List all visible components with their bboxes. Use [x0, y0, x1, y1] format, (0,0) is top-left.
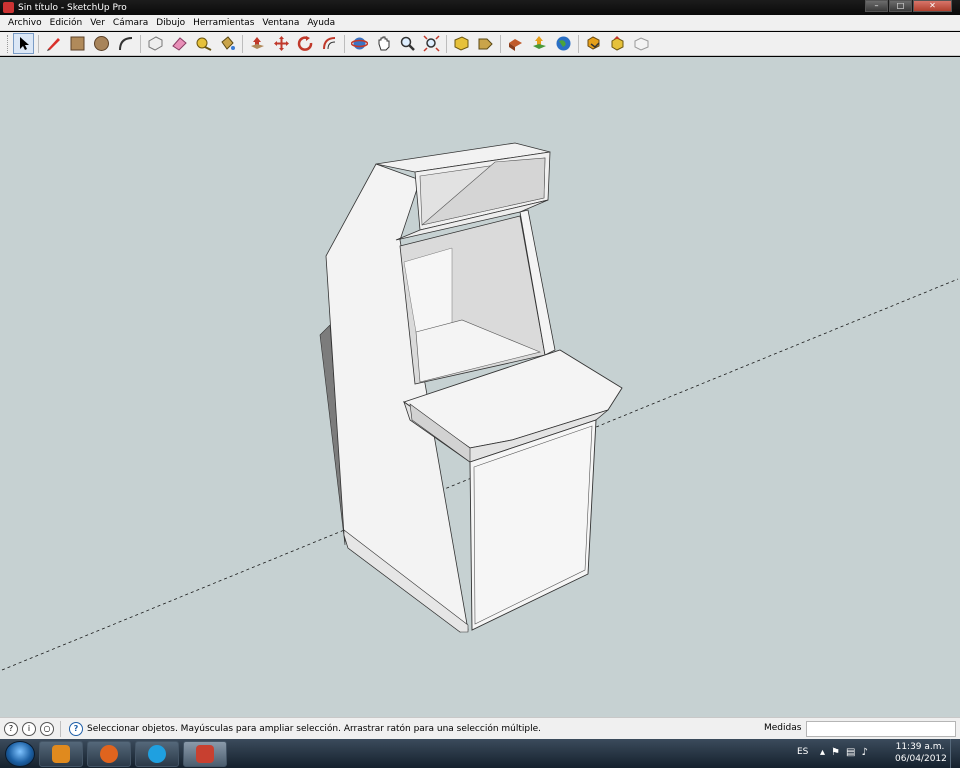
- firefox-icon: [100, 744, 118, 763]
- get-components-icon[interactable]: [583, 33, 604, 54]
- system-tray: ▴ ⚑ ▤ ♪: [820, 747, 868, 758]
- toolbar-separator: [344, 34, 345, 53]
- modeling-viewport[interactable]: [0, 57, 960, 717]
- show-desktop-button[interactable]: [950, 739, 960, 768]
- offset-icon[interactable]: [319, 33, 340, 54]
- arcade-cabinet-model[interactable]: [0, 57, 960, 717]
- title-bar: Sin título - SketchUp Pro – □ ✕: [0, 0, 960, 15]
- taskbar-clock[interactable]: 11:39 a.m. 06/04/2012: [895, 741, 947, 765]
- language-indicator[interactable]: ES: [797, 747, 808, 757]
- circle-icon[interactable]: [91, 33, 112, 54]
- orbit-icon[interactable]: [349, 33, 370, 54]
- pencil-line-icon[interactable]: [43, 33, 64, 54]
- zoom-extents-icon[interactable]: [421, 33, 442, 54]
- make-component-icon[interactable]: [145, 33, 166, 54]
- rectangle-icon[interactable]: [67, 33, 88, 54]
- taskbar-sketchup[interactable]: [183, 740, 227, 767]
- toolbar-separator: [242, 34, 243, 53]
- toolbar-separator: [140, 34, 141, 53]
- pan-icon[interactable]: [373, 33, 394, 54]
- google-earth-icon[interactable]: [553, 33, 574, 54]
- paint-bucket-icon[interactable]: [217, 33, 238, 54]
- close-button[interactable]: ✕: [913, 0, 952, 12]
- next-view-icon[interactable]: [475, 33, 496, 54]
- menu-camara[interactable]: Cámara: [109, 18, 152, 28]
- share-model-icon[interactable]: [529, 33, 550, 54]
- measurements-input[interactable]: [806, 721, 956, 737]
- taskbar-media-player[interactable]: [39, 740, 83, 767]
- menu-ventana[interactable]: Ventana: [258, 18, 303, 28]
- taskbar-firefox[interactable]: [87, 740, 131, 767]
- windows-taskbar: ES ▴ ⚑ ▤ ♪ 11:39 a.m. 06/04/2012: [0, 739, 960, 768]
- sketchup-app-icon: [3, 2, 14, 13]
- window-title: Sin título - SketchUp Pro: [18, 2, 127, 13]
- arc-icon[interactable]: [115, 33, 136, 54]
- window-controls: – □ ✕: [865, 0, 952, 12]
- status-separator: [60, 720, 61, 737]
- toolbar-separator: [500, 34, 501, 53]
- media-player-icon: [52, 744, 70, 763]
- get-models-icon[interactable]: [505, 33, 526, 54]
- action-center-icon[interactable]: ⚑: [831, 747, 840, 758]
- maximize-button[interactable]: □: [889, 0, 912, 12]
- status-message: Seleccionar objetos. Mayúsculas para amp…: [87, 723, 542, 734]
- move-icon[interactable]: [271, 33, 292, 54]
- menu-bar: Archivo Edición Ver Cámara Dibujo Herram…: [0, 15, 960, 31]
- toolbar-separator: [38, 34, 39, 53]
- menu-ayuda[interactable]: Ayuda: [303, 18, 339, 28]
- extension-warehouse-icon[interactable]: [631, 33, 652, 54]
- start-button-icon[interactable]: [5, 740, 35, 767]
- tape-measure-icon[interactable]: [193, 33, 214, 54]
- clock-time: 11:39 a.m.: [895, 742, 945, 752]
- clock-date: 06/04/2012: [895, 754, 947, 764]
- skype-icon: [148, 744, 166, 763]
- rotate-icon[interactable]: [295, 33, 316, 54]
- menu-herramientas[interactable]: Herramientas: [189, 18, 258, 28]
- toolbar-separator: [578, 34, 579, 53]
- sketchup-icon: [196, 744, 214, 763]
- menu-dibujo[interactable]: Dibujo: [152, 18, 189, 28]
- select-tool-icon[interactable]: [13, 33, 34, 54]
- menu-archivo[interactable]: Archivo: [4, 18, 46, 28]
- share-component-icon[interactable]: [607, 33, 628, 54]
- menu-ver[interactable]: Ver: [86, 18, 109, 28]
- zoom-icon[interactable]: [397, 33, 418, 54]
- previous-view-icon[interactable]: [451, 33, 472, 54]
- volume-icon[interactable]: ♪: [861, 747, 867, 758]
- credits-icon[interactable]: i: [22, 721, 36, 736]
- tray-expand-icon[interactable]: ▴: [820, 747, 825, 758]
- toolbar-separator: [446, 34, 447, 53]
- minimize-button[interactable]: –: [865, 0, 888, 12]
- measurements-label: Medidas: [764, 723, 802, 733]
- user-icon[interactable]: ○: [40, 721, 54, 736]
- geolocation-icon[interactable]: ?: [4, 721, 18, 736]
- eraser-icon[interactable]: [169, 33, 190, 54]
- menu-edicion[interactable]: Edición: [46, 18, 87, 28]
- toolbar-grip[interactable]: [7, 34, 10, 53]
- push-pull-icon[interactable]: [247, 33, 268, 54]
- main-toolbar: [0, 32, 960, 56]
- network-icon[interactable]: ▤: [846, 747, 855, 758]
- taskbar-skype[interactable]: [135, 740, 179, 767]
- help-icon[interactable]: ?: [69, 721, 83, 736]
- status-bar: ? i ○ ? Seleccionar objetos. Mayúsculas …: [0, 717, 960, 739]
